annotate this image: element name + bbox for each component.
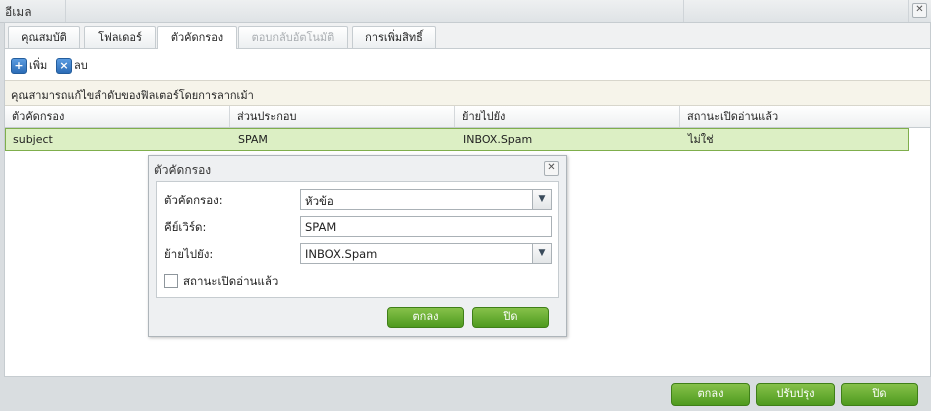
tab-permissions[interactable]: การเพิ่มสิทธิ์ xyxy=(352,26,436,48)
titlebar-divider xyxy=(683,0,684,22)
column-header-filter[interactable]: ตัวคัดกรอง xyxy=(5,106,230,127)
tab-folders[interactable]: โฟลเดอร์ xyxy=(84,26,156,48)
delete-label: ลบ xyxy=(74,59,88,72)
info-text: คุณสามารถแก้ไขลำดับของฟิลเตอร์โดยการลากเ… xyxy=(11,89,254,102)
dialog-ok-button[interactable]: ตกลง xyxy=(387,307,464,328)
mark-read-label: สถานะเปิดอ่านแล้ว xyxy=(183,274,279,288)
cell-read-status: ไม่ใช่ xyxy=(688,133,714,146)
tab-filters[interactable]: ตัวคัดกรอง xyxy=(157,26,237,49)
keyword-label: คีย์เวิร์ด: xyxy=(164,220,207,234)
grid-header: ตัวคัดกรอง ส่วนประกอบ ย้ายไปยัง สถานะเปิ… xyxy=(5,106,930,128)
move-to-label: ย้ายไปยัง: xyxy=(164,247,214,261)
cell-filter: subject xyxy=(13,133,53,146)
filter-type-select[interactable]: หัวข้อ ▼ xyxy=(300,189,552,210)
table-row[interactable]: subject SPAM INBOX.Spam ไม่ใช่ xyxy=(5,128,909,151)
dialog-form: ตัวคัดกรอง: หัวข้อ ▼ คีย์เวิร์ด: SPAM ย้… xyxy=(156,181,559,298)
tab-properties[interactable]: คุณสมบัติ xyxy=(8,26,80,48)
info-bar: คุณสามารถแก้ไขลำดับของฟิลเตอร์โดยการลากเ… xyxy=(5,80,930,106)
filter-type-label: ตัวคัดกรอง: xyxy=(164,193,223,207)
window-title: อีเมล xyxy=(5,5,32,19)
column-header-component[interactable]: ส่วนประกอบ xyxy=(230,106,455,127)
column-header-read-status[interactable]: สถานะเปิดอ่านแล้ว xyxy=(680,106,930,127)
keyword-input[interactable]: SPAM xyxy=(300,216,552,237)
dialog-close-icon[interactable]: ✕ xyxy=(544,161,559,176)
apply-button[interactable]: ปรับปรุง xyxy=(756,383,835,406)
titlebar-divider xyxy=(908,0,909,22)
window-close-icon[interactable]: ✕ xyxy=(912,3,927,18)
close-button[interactable]: ปิด xyxy=(841,383,918,406)
chevron-down-icon[interactable]: ▼ xyxy=(532,244,551,263)
tab-bar: คุณสมบัติ โฟลเดอร์ ตัวคัดกรอง ตอบกลับอัต… xyxy=(5,23,930,49)
mark-read-checkbox[interactable] xyxy=(164,274,178,288)
move-to-select[interactable]: INBOX.Spam ▼ xyxy=(300,243,552,264)
move-to-value: INBOX.Spam xyxy=(305,247,378,261)
dialog-close-button[interactable]: ปิด xyxy=(472,307,549,328)
cell-component: SPAM xyxy=(238,133,268,146)
cell-move-to: INBOX.Spam xyxy=(463,133,533,146)
column-header-move-to[interactable]: ย้ายไปยัง xyxy=(455,106,680,127)
plus-icon: + xyxy=(11,58,27,74)
titlebar-divider xyxy=(65,0,66,22)
ok-button[interactable]: ตกลง xyxy=(671,383,750,406)
chevron-down-icon[interactable]: ▼ xyxy=(532,190,551,209)
add-label: เพิ่ม xyxy=(29,59,48,72)
filter-dialog: ตัวคัดกรอง ✕ ตัวคัดกรอง: หัวข้อ ▼ คีย์เว… xyxy=(148,155,567,337)
toolbar: + เพิ่ม × ลบ xyxy=(5,56,930,78)
delete-x-icon: × xyxy=(56,58,72,74)
dialog-title: ตัวคัดกรอง xyxy=(154,163,212,177)
tab-auto-reply: ตอบกลับอัตโนมัติ xyxy=(238,26,348,48)
filter-type-value: หัวข้อ xyxy=(305,194,334,208)
window-titlebar: อีเมล ✕ xyxy=(0,0,931,23)
